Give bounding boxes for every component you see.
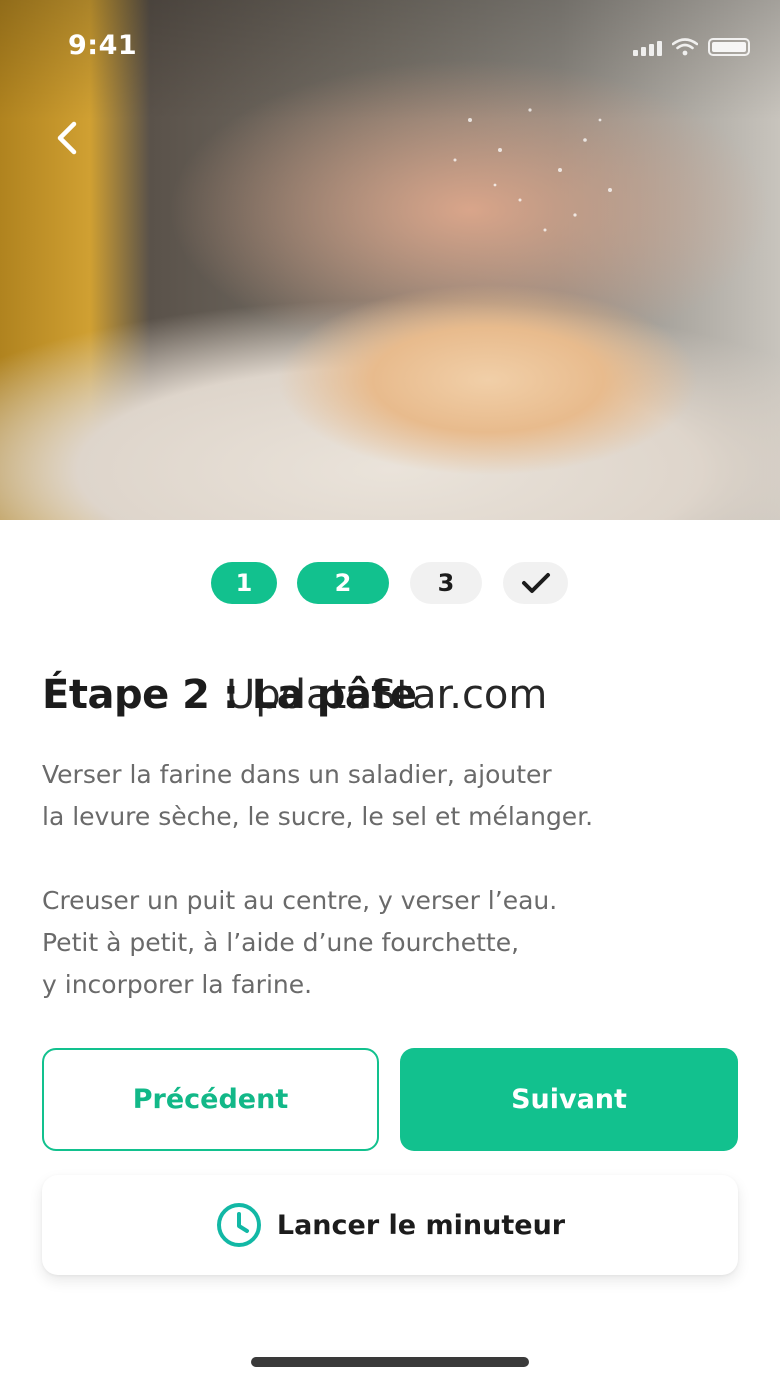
status-time: 9:41 xyxy=(68,30,138,61)
step-1-label: 1 xyxy=(235,569,253,597)
instructions-paragraph-2: Creuser un puit au centre, y verser l’ea… xyxy=(42,880,742,1006)
clock-icon xyxy=(216,1203,261,1247)
timer-label: Lancer le minuteur xyxy=(276,1209,566,1241)
status-icons xyxy=(633,38,750,56)
home-indicator[interactable] xyxy=(251,1357,529,1367)
step-1-pill[interactable]: 1 xyxy=(211,562,277,604)
watermark-text: UpdateStar.com xyxy=(226,672,548,718)
instruction-line: Creuser un puit au centre, y verser l’ea… xyxy=(42,886,558,915)
instructions-paragraph-1: Verser la farine dans un saladier, ajout… xyxy=(42,754,742,838)
next-button[interactable]: Suivant xyxy=(400,1048,738,1151)
step-3-pill[interactable]: 3 xyxy=(410,562,482,604)
instruction-line: Petit à petit, à l’aide d’une fourchette… xyxy=(42,928,520,957)
step-2-pill[interactable]: 2 xyxy=(297,562,389,604)
instruction-line: y incorporer la farine. xyxy=(42,970,313,999)
back-chevron-icon[interactable] xyxy=(46,116,90,160)
start-timer-button[interactable]: Lancer le minuteur xyxy=(42,1175,738,1275)
check-icon xyxy=(521,573,550,593)
instruction-line: la levure sèche, le sucre, le sel et mél… xyxy=(42,802,594,831)
step-progress: 1 2 3 xyxy=(0,562,780,604)
step-3-label: 3 xyxy=(437,569,455,597)
step-2-label: 2 xyxy=(334,569,352,597)
previous-button[interactable]: Précédent xyxy=(42,1048,379,1151)
hero-image-dough: 9:41 xyxy=(0,0,780,520)
battery-icon xyxy=(708,38,750,56)
instruction-line: Verser la farine dans un saladier, ajout… xyxy=(42,760,552,789)
wifi-icon xyxy=(672,38,698,56)
step-final-pill[interactable] xyxy=(503,562,568,604)
flour-particles xyxy=(453,108,612,232)
signal-icon xyxy=(633,41,662,56)
